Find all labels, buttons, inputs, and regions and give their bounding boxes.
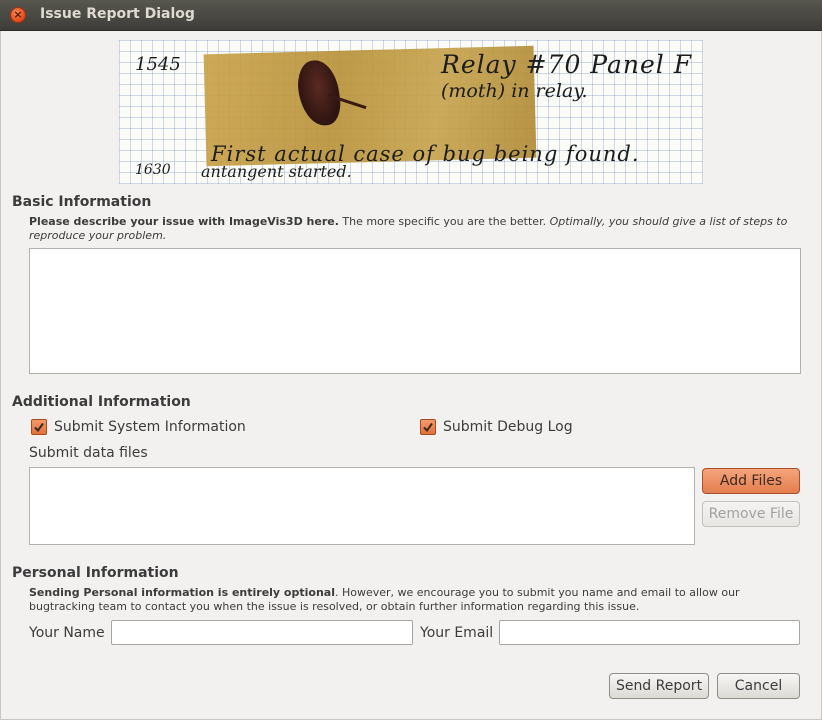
note-line-4a: 1630	[135, 162, 171, 178]
basic-info-heading: Basic Information	[12, 194, 152, 210]
checkmark-icon	[423, 422, 433, 433]
basic-desc-normal: The more specific you are the better.	[338, 215, 550, 228]
submit-data-files-label: Submit data files	[29, 445, 148, 461]
close-icon[interactable]: ×	[10, 7, 26, 23]
basic-desc-bold: Please describe your issue with ImageVis…	[29, 215, 339, 228]
basic-info-description: Please describe your issue with ImageVis…	[29, 215, 789, 243]
your-name-field[interactable]	[111, 620, 413, 645]
submit-debug-log-checkbox[interactable]	[420, 419, 436, 435]
add-files-button[interactable]: Add Files	[702, 468, 800, 494]
your-email-label: Your Email	[420, 625, 494, 641]
submit-system-info-label[interactable]: Submit System Information	[54, 419, 246, 435]
note-line-4b: antangent started.	[201, 162, 352, 181]
submit-debug-log-label[interactable]: Submit Debug Log	[443, 419, 573, 435]
title-bar: × Issue Report Dialog	[0, 0, 822, 31]
issue-description-textarea[interactable]	[29, 248, 801, 374]
submit-system-info-checkbox[interactable]	[31, 419, 47, 435]
additional-info-heading: Additional Information	[12, 394, 191, 410]
bug-photo-image: 1545 Relay #70 Panel F (moth) in relay. …	[119, 40, 703, 184]
send-report-button[interactable]: Send Report	[609, 673, 709, 699]
window-title: Issue Report Dialog	[40, 6, 195, 22]
note-line-1: Relay #70 Panel F	[441, 50, 693, 79]
remove-file-button[interactable]: Remove File	[702, 501, 800, 527]
personal-info-heading: Personal Information	[12, 565, 179, 581]
data-files-list[interactable]	[29, 467, 695, 545]
your-email-field[interactable]	[499, 620, 800, 645]
note-line-2: (moth) in relay.	[441, 80, 588, 102]
personal-desc-bold: Sending Personal information is entirely…	[29, 586, 335, 599]
cancel-button[interactable]: Cancel	[717, 673, 800, 699]
note-time: 1545	[135, 54, 181, 75]
checkmark-icon	[34, 422, 44, 433]
personal-info-description: Sending Personal information is entirely…	[29, 586, 801, 614]
your-name-label: Your Name	[29, 625, 105, 641]
